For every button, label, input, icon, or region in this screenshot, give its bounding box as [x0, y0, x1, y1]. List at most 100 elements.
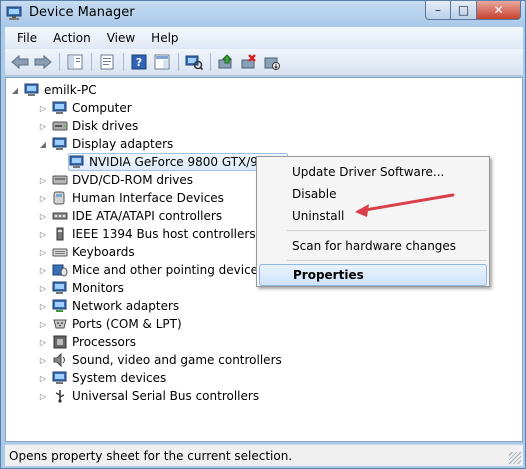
keyboard-icon [52, 245, 68, 259]
window-title: Device Manager [29, 5, 135, 20]
tree-item-label: DVD/CD-ROM drives [72, 173, 194, 187]
expand-arrow-icon[interactable]: ▷ [38, 243, 48, 261]
tree-item-keyboards[interactable]: ▷ Keyboards [38, 243, 135, 261]
computer-icon [24, 83, 40, 97]
expand-arrow-icon[interactable]: ▷ [38, 333, 48, 351]
device-manager-window: Device Manager – □ ✕ File Action View He… [0, 0, 526, 469]
scan-hardware-icon[interactable] [183, 52, 204, 73]
expand-arrow-icon[interactable]: ▷ [38, 315, 48, 333]
computer-icon [52, 101, 68, 115]
expand-arrow-icon[interactable]: ▷ [38, 117, 48, 135]
dvd-drive-icon [52, 173, 68, 187]
tree-root-label: emilk-PC [44, 83, 97, 97]
display-adapter-icon [69, 155, 85, 169]
menu-file[interactable]: File [9, 27, 45, 49]
tree-item-label: Processors [72, 335, 137, 349]
tree-item-nvidia-adapter[interactable]: NVIDIA GeForce 9800 GTX/9800 [68, 153, 288, 171]
tree-item-label: System devices [72, 371, 167, 385]
expand-arrow-icon[interactable]: ▷ [38, 279, 48, 297]
tree-item-label: IDE ATA/ATAPI controllers [72, 209, 223, 223]
update-driver-icon[interactable] [215, 52, 236, 73]
tree-root[interactable]: ◢ emilk-PC [10, 81, 97, 99]
tree-item-dvd-drives[interactable]: ▷ DVD/CD-ROM drives [38, 171, 193, 189]
tree-item-label: Universal Serial Bus controllers [72, 389, 260, 403]
menu-view[interactable]: View [99, 27, 143, 49]
action-pane-icon[interactable] [151, 52, 172, 73]
expand-arrow-icon[interactable]: ▷ [38, 99, 48, 117]
system-device-icon [52, 371, 68, 385]
forward-arrow-icon[interactable] [32, 52, 53, 73]
tree-item-processors[interactable]: ▷ Processors [38, 333, 136, 351]
close-button[interactable]: ✕ [477, 1, 521, 20]
usb-icon [52, 389, 68, 403]
uninstall-icon[interactable] [238, 52, 259, 73]
hid-icon [52, 191, 68, 205]
expand-arrow-icon[interactable]: ▷ [38, 189, 48, 207]
tree-item-disk-drives[interactable]: ▷ Disk drives [38, 117, 138, 135]
expand-arrow-icon[interactable]: ▷ [38, 387, 48, 405]
status-text: Opens property sheet for the current sel… [9, 448, 293, 463]
processor-icon [52, 335, 68, 349]
tree-item-system-devices[interactable]: ▷ System devices [38, 369, 166, 387]
menu-action[interactable]: Action [45, 27, 99, 49]
toolbar-separator [178, 53, 179, 71]
tree-item-ide-controllers[interactable]: ▷ IDE ATA/ATAPI controllers [38, 207, 222, 225]
expand-arrow-icon[interactable]: ▷ [38, 207, 48, 225]
tree-item-usb-controllers[interactable]: ▷ Universal Serial Bus controllers [38, 387, 259, 405]
help-icon[interactable]: ? [128, 52, 149, 73]
ide-controller-icon [52, 209, 68, 223]
expand-arrow-icon[interactable]: ▷ [38, 351, 48, 369]
ctx-update-driver[interactable]: Update Driver Software... [259, 161, 487, 183]
menu-bar: File Action View Help [5, 27, 523, 49]
expand-arrow-icon[interactable]: ▷ [38, 261, 48, 279]
tree-item-monitors[interactable]: ▷ Monitors [38, 279, 124, 297]
properties-sheet-icon[interactable] [96, 52, 117, 73]
ctx-properties[interactable]: Properties [259, 264, 487, 286]
show-hide-console-tree-icon[interactable] [64, 52, 85, 73]
tree-item-label: Network adapters [72, 299, 180, 313]
status-bar: Opens property sheet for the current sel… [5, 444, 523, 466]
collapse-arrow-icon[interactable]: ◢ [38, 135, 48, 153]
tree-item-label: Human Interface Devices [72, 191, 224, 205]
expand-arrow-icon[interactable]: ▷ [38, 369, 48, 387]
ctx-uninstall[interactable]: Uninstall [259, 205, 487, 227]
tree-item-display-adapters[interactable]: ◢ Display adapters [38, 135, 173, 153]
tree-item-ports[interactable]: ▷ Ports (COM & LPT) [38, 315, 182, 333]
tree-item-label: Mice and other pointing devices [72, 263, 265, 277]
toolbar-separator [59, 53, 60, 71]
disk-drive-icon [52, 119, 68, 133]
tree-item-label: IEEE 1394 Bus host controllers [72, 227, 256, 241]
context-menu: Update Driver Software... Disable Uninst… [256, 156, 490, 287]
minimize-button[interactable]: – [425, 1, 451, 20]
toolbar-separator [123, 53, 124, 71]
sound-icon [52, 353, 68, 367]
collapse-arrow-icon[interactable]: ◢ [10, 81, 20, 99]
expand-arrow-icon[interactable]: ▷ [38, 171, 48, 189]
device-manager-icon [6, 5, 24, 21]
svg-text:?: ? [135, 56, 141, 69]
title-bar[interactable]: Device Manager – □ ✕ [1, 1, 525, 27]
tree-item-label: Keyboards [72, 245, 135, 259]
tree-item-network-adapters[interactable]: ▷ Network adapters [38, 297, 179, 315]
tree-item-label: NVIDIA GeForce 9800 GTX/9800 [89, 155, 281, 169]
disable-device-icon[interactable] [261, 52, 282, 73]
tree-item-computer[interactable]: ▷ Computer [38, 99, 132, 117]
mouse-icon [52, 263, 68, 277]
tree-item-sound[interactable]: ▷ Sound, video and game controllers [38, 351, 282, 369]
tree-item-hid[interactable]: ▷ Human Interface Devices [38, 189, 224, 207]
ieee1394-icon [52, 227, 68, 241]
resize-grip[interactable] [509, 452, 521, 464]
menu-help[interactable]: Help [143, 27, 186, 49]
ctx-separator [287, 230, 487, 231]
maximize-button[interactable]: □ [451, 1, 477, 20]
expand-arrow-icon[interactable]: ▷ [38, 297, 48, 315]
ctx-disable[interactable]: Disable [259, 183, 487, 205]
tree-item-label: Monitors [72, 281, 124, 295]
tree-item-label: Ports (COM & LPT) [72, 317, 182, 331]
tree-item-ieee1394[interactable]: ▷ IEEE 1394 Bus host controllers [38, 225, 256, 243]
expand-arrow-icon[interactable]: ▷ [38, 225, 48, 243]
tree-item-label: Sound, video and game controllers [72, 353, 282, 367]
tree-item-mice[interactable]: ▷ Mice and other pointing devices [38, 261, 264, 279]
back-arrow-icon[interactable] [9, 52, 30, 73]
ctx-scan-hardware[interactable]: Scan for hardware changes [259, 235, 487, 257]
